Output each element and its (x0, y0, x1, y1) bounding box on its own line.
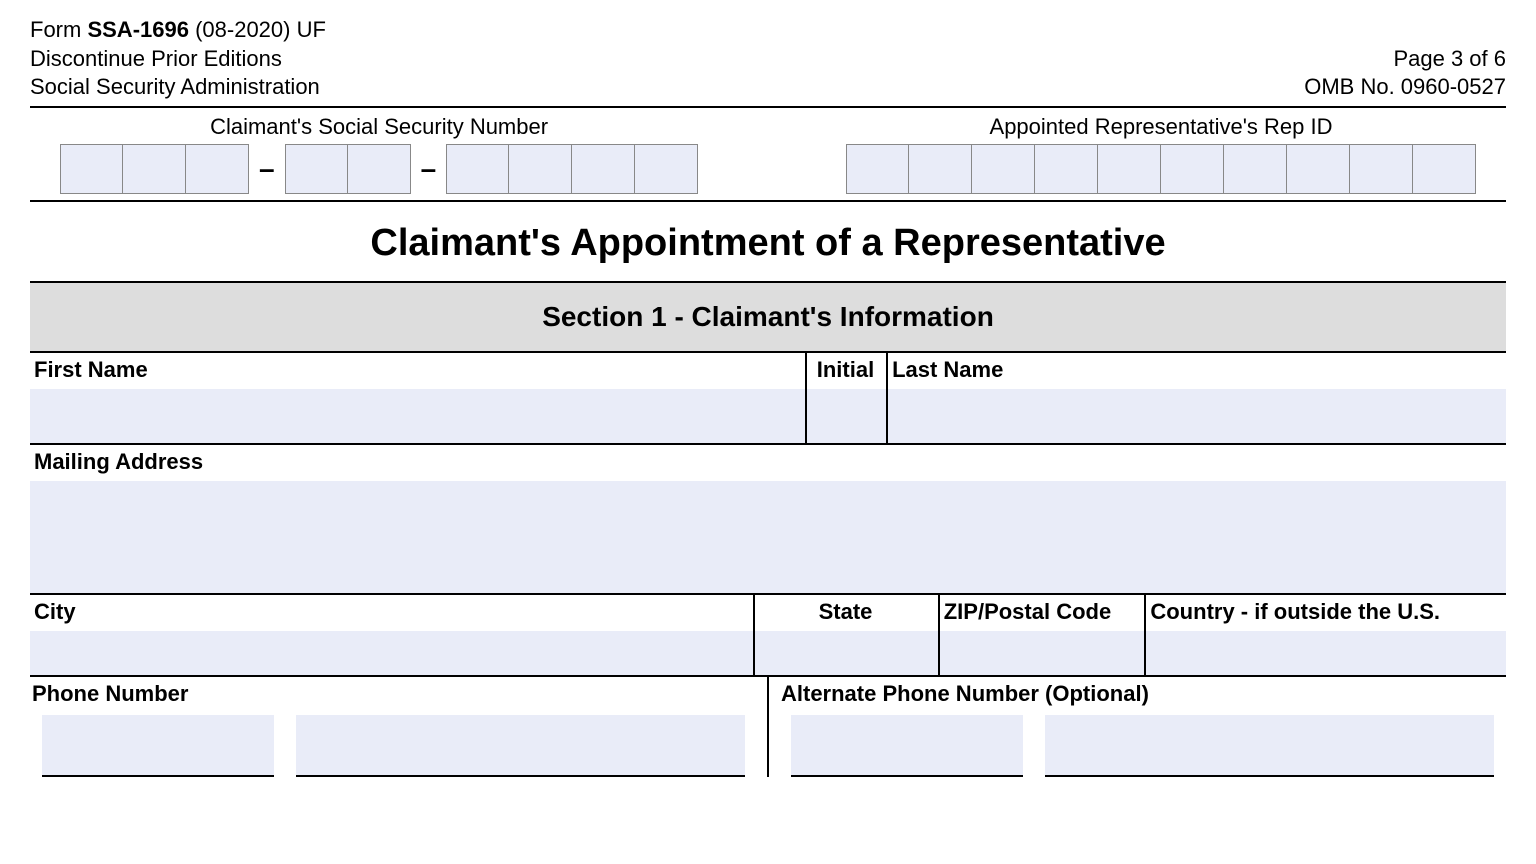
form-id-line: Form SSA-1696 (08-2020) UF (30, 16, 326, 45)
phone-boxes (30, 715, 757, 777)
zip-cell: ZIP/Postal Code (938, 595, 1145, 675)
ssn-box[interactable] (572, 144, 635, 194)
last-name-label: Last Name (888, 353, 1506, 389)
alt-phone-label: Alternate Phone Number (Optional) (779, 677, 1506, 715)
zip-input[interactable] (940, 631, 1145, 675)
rep-id-box[interactable] (1287, 144, 1350, 194)
ssn-boxes: – – (60, 144, 698, 194)
ssn-label: Claimant's Social Security Number (210, 114, 548, 140)
rep-id-box[interactable] (1098, 144, 1161, 194)
city-label: City (30, 595, 753, 631)
state-cell: State (753, 595, 938, 675)
ssn-box[interactable] (123, 144, 186, 194)
alt-phone-boxes (779, 715, 1506, 777)
ssn-box[interactable] (285, 144, 348, 194)
rep-id-boxes (846, 144, 1476, 194)
dash: – (249, 153, 285, 185)
rep-id-box[interactable] (1224, 144, 1287, 194)
first-name-input[interactable] (30, 389, 805, 443)
initial-label: Initial (807, 353, 886, 389)
rep-id-box[interactable] (1161, 144, 1224, 194)
ssn-box[interactable] (635, 144, 698, 194)
first-name-cell: First Name (30, 353, 805, 443)
section1-header: Section 1 - Claimant's Information (30, 281, 1506, 353)
mailing-label: Mailing Address (30, 445, 1506, 481)
state-label: State (755, 595, 938, 631)
ssn-box[interactable] (186, 144, 249, 194)
main-title: Claimant's Appointment of a Representati… (30, 222, 1506, 265)
phone-row: Phone Number Alternate Phone Number (Opt… (30, 677, 1506, 777)
ssn-box[interactable] (348, 144, 411, 194)
header-left: Form SSA-1696 (08-2020) UF Discontinue P… (30, 16, 326, 102)
city-input[interactable] (30, 631, 753, 675)
rep-id-box[interactable] (909, 144, 972, 194)
id-row: Claimant's Social Security Number – – Ap… (30, 114, 1506, 202)
last-name-cell: Last Name (886, 353, 1506, 443)
initial-input[interactable] (807, 389, 886, 443)
name-row: First Name Initial Last Name (30, 353, 1506, 445)
form-header: Form SSA-1696 (08-2020) UF Discontinue P… (30, 16, 1506, 108)
rep-id-box[interactable] (846, 144, 909, 194)
mailing-row: Mailing Address (30, 445, 1506, 595)
phone-area-code-input[interactable] (42, 715, 274, 777)
header-line3: Social Security Administration (30, 73, 326, 102)
country-label: Country - if outside the U.S. (1146, 595, 1506, 631)
country-cell: Country - if outside the U.S. (1144, 595, 1506, 675)
header-right: Page 3 of 6 OMB No. 0960-0527 (1304, 45, 1506, 102)
ssn-column: Claimant's Social Security Number – – (60, 114, 698, 194)
rep-id-box[interactable] (1413, 144, 1476, 194)
alt-phone-number-input[interactable] (1045, 715, 1494, 777)
country-input[interactable] (1146, 631, 1506, 675)
first-name-label: First Name (30, 353, 805, 389)
rep-id-box[interactable] (972, 144, 1035, 194)
mailing-input[interactable] (30, 481, 1506, 593)
rep-id-label: Appointed Representative's Rep ID (990, 114, 1333, 140)
city-cell: City (30, 595, 753, 675)
omb-number: OMB No. 0960-0527 (1304, 73, 1506, 102)
ssn-box[interactable] (60, 144, 123, 194)
rep-id-box[interactable] (1350, 144, 1413, 194)
last-name-input[interactable] (888, 389, 1506, 443)
ssn-box[interactable] (446, 144, 509, 194)
form-suffix: (08-2020) UF (189, 17, 326, 42)
dash: – (411, 153, 447, 185)
state-input[interactable] (755, 631, 938, 675)
alt-phone-area-code-input[interactable] (791, 715, 1023, 777)
zip-label: ZIP/Postal Code (940, 595, 1145, 631)
phone-number-input[interactable] (296, 715, 745, 777)
alt-phone-col: Alternate Phone Number (Optional) (767, 677, 1506, 777)
rep-id-column: Appointed Representative's Rep ID (846, 114, 1476, 194)
initial-cell: Initial (805, 353, 886, 443)
phone-label: Phone Number (30, 677, 757, 715)
header-line2: Discontinue Prior Editions (30, 45, 326, 74)
form-prefix: Form (30, 17, 87, 42)
ssn-box[interactable] (509, 144, 572, 194)
city-row: City State ZIP/Postal Code Country - if … (30, 595, 1506, 677)
phone-col: Phone Number (30, 677, 767, 777)
form-number: SSA-1696 (87, 17, 189, 42)
rep-id-box[interactable] (1035, 144, 1098, 194)
page-number: Page 3 of 6 (1304, 45, 1506, 74)
mailing-cell: Mailing Address (30, 445, 1506, 593)
